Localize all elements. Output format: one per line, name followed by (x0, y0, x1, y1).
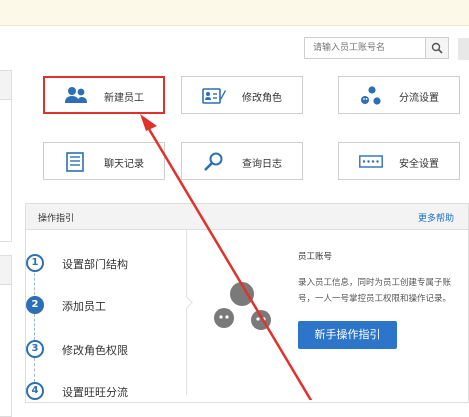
beginner-guide-button[interactable]: 新手操作指引 (298, 321, 397, 349)
chat-log-label: 聊天记录 (104, 159, 144, 170)
security-settings-label: 安全设置 (399, 159, 439, 170)
step-label: 设置旺旺分流 (62, 386, 128, 399)
flow-split-button[interactable]: 分流设置 (338, 76, 460, 114)
guide-divider (186, 230, 187, 395)
guide-header: 操作指引 更多帮助 (26, 204, 468, 230)
edit-role-button[interactable]: 修改角色 (181, 76, 303, 114)
step-label: 添加员工 (62, 300, 106, 313)
search-icon (431, 42, 443, 54)
query-log-button[interactable]: 查询日志 (181, 142, 303, 180)
left-panel (0, 70, 12, 242)
flow-split-label: 分流设置 (399, 93, 439, 104)
step-label: 修改角色权限 (62, 344, 128, 357)
search-input[interactable] (305, 38, 431, 58)
edit-role-label: 修改角色 (242, 93, 282, 104)
employee-account-description: 录入员工信息，同时为员工创建专属子账号，一人一号掌控员工权限和操作记录。 (298, 278, 452, 304)
step-label: 设置部门结构 (62, 258, 128, 271)
query-log-label: 查询日志 (242, 159, 282, 170)
magnifier-icon (204, 152, 223, 171)
search-button[interactable] (425, 38, 448, 58)
guide-title: 操作指引 (38, 214, 75, 224)
guide-step[interactable]: 3 修改角色权限 (26, 340, 186, 362)
guide-step[interactable]: 4 设置旺旺分流 (26, 382, 186, 404)
step-number: 3 (26, 340, 44, 358)
security-settings-button[interactable]: 安全设置 (338, 142, 460, 180)
id-card-edit-icon (202, 88, 226, 104)
user-group-icon (65, 87, 87, 103)
employee-group-illustration (214, 282, 271, 330)
chat-log-icon (66, 152, 84, 172)
search-box (304, 37, 449, 59)
left-panel-lower (0, 255, 12, 417)
guide-step[interactable]: 1 设置部门结构 (26, 254, 186, 276)
more-help-link[interactable]: 更多帮助 (418, 211, 454, 224)
step-number: 1 (26, 254, 44, 272)
new-employee-label: 新建员工 (104, 93, 144, 104)
guide-step-active[interactable]: 2 添加员工 (26, 296, 186, 318)
password-dots-icon (359, 155, 383, 168)
step-number: 4 (26, 382, 44, 400)
scrollbar-thumb[interactable] (458, 38, 469, 60)
top-notice-bar (0, 0, 469, 26)
step-number: 2 (26, 296, 44, 314)
new-employee-button[interactable]: 新建员工 (43, 76, 165, 114)
flow-split-icon (361, 86, 381, 105)
step-connector (34, 273, 35, 295)
employee-account-title: 员工账号 (298, 252, 333, 262)
chat-log-button[interactable]: 聊天记录 (43, 142, 165, 180)
